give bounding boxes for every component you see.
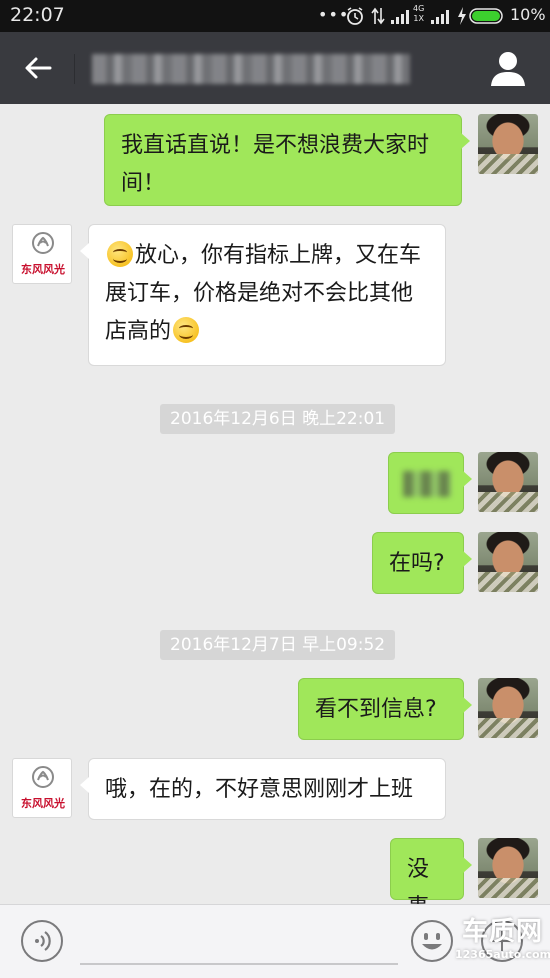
status-bar: 22:07 ••• 4G 1X 10% bbox=[0, 0, 550, 32]
dongfeng-logo-icon bbox=[32, 766, 54, 788]
chat-header bbox=[0, 32, 550, 104]
dongfeng-logo-text: 东风风光 bbox=[21, 263, 65, 276]
message-bubble-incoming[interactable]: 放心，你有指标上牌，又在车展订车，价格是绝对不会比其他店高的 bbox=[80, 224, 446, 366]
message-text: 看不到信息? bbox=[315, 697, 437, 722]
data-transfer-icon bbox=[371, 7, 385, 25]
network-type: 4G 1X bbox=[413, 4, 424, 24]
smile-emoji-icon bbox=[107, 241, 133, 267]
status-time: 22:07 bbox=[10, 4, 65, 26]
smile-emoji-icon bbox=[173, 317, 200, 343]
site-watermark: 车质网 12365auto.com bbox=[455, 916, 550, 976]
dongfeng-logo-icon bbox=[32, 232, 54, 254]
alarm-icon bbox=[347, 7, 363, 25]
person-icon[interactable] bbox=[488, 48, 528, 88]
header-divider bbox=[74, 54, 75, 84]
message-bubble-outgoing[interactable]: 我直话直说！是不想浪费大家时间！ bbox=[104, 114, 470, 206]
watermark-sub: 12365auto.com bbox=[455, 948, 550, 961]
my-avatar[interactable] bbox=[478, 452, 538, 512]
chat-messages[interactable]: 我直话直说！是不想浪费大家时间！ 东风风光 放心，你有指标上牌，又在车展订车，价… bbox=[0, 104, 550, 920]
network-sub-label: 1X bbox=[413, 14, 424, 23]
message-text: 放心，你有指标上牌，又在车展订车，价格是绝对不会比其他店高的 bbox=[105, 243, 422, 344]
message-bubble-outgoing[interactable]: 在吗? bbox=[372, 532, 472, 594]
signal-strength-icon-2 bbox=[431, 10, 449, 24]
watermark-main: 车质网 bbox=[461, 917, 543, 947]
message-text: 我直话直说！是不想浪费大家时间！ bbox=[121, 133, 430, 196]
message-bubble-outgoing[interactable]: 看不到信息? bbox=[298, 678, 472, 740]
my-avatar[interactable] bbox=[478, 114, 538, 174]
battery-percent: 10% bbox=[510, 5, 546, 24]
message-timestamp: 2016年12月6日 晚上22:01 bbox=[160, 404, 396, 434]
network-type-label: 4G bbox=[413, 4, 425, 13]
my-avatar[interactable] bbox=[478, 838, 538, 898]
message-text: 哦，在的，不好意思刚刚才上班 bbox=[105, 777, 414, 802]
charging-icon bbox=[458, 7, 466, 25]
voice-icon[interactable] bbox=[20, 919, 64, 963]
dongfeng-logo-text: 东风风光 bbox=[21, 797, 65, 810]
message-input[interactable] bbox=[80, 963, 398, 965]
dongfeng-fengguang-avatar[interactable]: 东风风光 bbox=[12, 224, 72, 284]
my-avatar[interactable] bbox=[478, 532, 538, 592]
signal-strength-icon bbox=[391, 10, 409, 24]
emoji-icon[interactable] bbox=[410, 919, 454, 963]
message-bubble-outgoing-blurred[interactable] bbox=[388, 452, 472, 514]
chat-title-blurred bbox=[92, 54, 410, 84]
back-arrow-icon[interactable] bbox=[22, 52, 54, 84]
my-avatar[interactable] bbox=[478, 678, 538, 738]
battery-icon bbox=[469, 8, 503, 24]
message-bubble-outgoing[interactable]: 没事 bbox=[390, 838, 472, 920]
message-timestamp: 2016年12月7日 早上09:52 bbox=[160, 630, 396, 660]
message-bubble-incoming[interactable]: 哦，在的，不好意思刚刚才上班 bbox=[80, 758, 446, 820]
dongfeng-fengguang-avatar[interactable]: 东风风光 bbox=[12, 758, 72, 818]
message-text: 在吗? bbox=[389, 551, 445, 576]
blurred-content bbox=[403, 471, 451, 497]
